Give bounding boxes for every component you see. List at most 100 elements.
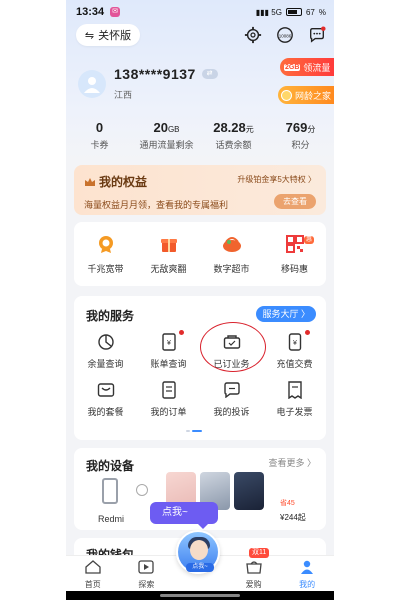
refresh-icon[interactable] (136, 484, 148, 496)
service-label: 账单查询 (150, 359, 187, 369)
quick-code-deal[interactable]: 惠 移码惠 (263, 232, 326, 286)
services-title: 我的服务 (86, 309, 135, 323)
tab-label: 我的 (299, 580, 316, 589)
stat-value: 769 (285, 120, 308, 135)
service-label: 已订业务 (213, 359, 250, 369)
coin-icon (281, 89, 292, 101)
basket-icon (220, 232, 244, 256)
pie-chart-icon (96, 332, 116, 352)
device-phone-icon[interactable] (102, 478, 118, 504)
device-name: Redmi (98, 514, 125, 524)
home-indicator (66, 591, 334, 600)
tab-explore[interactable]: 探索 (120, 556, 174, 591)
devices-more-link[interactable]: 查看更多 〉 (268, 456, 316, 469)
quick-label: 无敌爽翻 (150, 264, 187, 274)
service-label: 余量查询 (87, 359, 124, 369)
stat-label: 卡券 (90, 140, 109, 150)
quick-label: 千兆宽带 (87, 264, 124, 274)
quick-label: 数字超市 (213, 264, 250, 274)
ai-avatar-label: 点我~ (186, 563, 214, 572)
settings-icon[interactable] (244, 26, 262, 44)
gift-icon (157, 232, 181, 256)
battery-icon (285, 8, 302, 16)
stat-label: 积分 (291, 140, 310, 150)
recharge-phone-icon: ¥ (285, 332, 305, 352)
devices-title: 我的设备 (86, 459, 135, 473)
quick-digital-market[interactable]: 数字超市 (200, 232, 263, 286)
product-discount-tag: 省45 (280, 500, 295, 507)
tab-label: 爱购 (245, 580, 262, 589)
tab-home[interactable]: 首页 (66, 556, 120, 591)
stat-points[interactable]: 769分 积分 (267, 120, 334, 151)
battery-level: 67 (305, 7, 315, 17)
account-stats: 0 卡券 20GB 通用流量剩余 28.28元 话费余额 769分 积分 (66, 120, 334, 151)
stat-data-remaining[interactable]: 20GB 通用流量剩余 (133, 120, 200, 151)
service-subscribed[interactable]: 已订业务 (200, 330, 263, 369)
avatar-person-icon (84, 76, 100, 93)
network-age-promo[interactable]: 网龄之家 (278, 86, 334, 104)
stat-label: 话费余额 (215, 140, 252, 150)
my-services-card: 我的服务 服务大厅 〉 余量查询 ¥ 账单查询 已订业务 ¥ 充值交费 我的套餐… (74, 296, 326, 440)
service-e-invoice[interactable]: 电子发票 (263, 378, 326, 417)
tab-label: 首页 (84, 580, 101, 589)
notification-dot (179, 330, 184, 335)
rights-view-button[interactable]: 去查看 (274, 194, 316, 209)
stat-value: 28.28 (213, 120, 246, 135)
rights-upgrade-link[interactable]: 升级铂金享5大特权 〉 (237, 174, 316, 185)
stat-coupons[interactable]: 0 卡券 (66, 120, 133, 151)
service-my-orders[interactable]: 我的订单 (137, 378, 200, 417)
plan-icon (96, 380, 116, 400)
page-indicator-active (192, 430, 202, 432)
home-icon (85, 560, 101, 574)
avatar[interactable] (78, 69, 106, 98)
quick-broadband[interactable]: 千兆宽带 (74, 232, 137, 286)
service-label: 电子发票 (276, 407, 313, 417)
stat-unit: 元 (245, 125, 254, 134)
tab-label: 探索 (138, 580, 155, 589)
user-profile[interactable]: 138****9137 ⇄ 江西 (78, 66, 218, 101)
service-recharge[interactable]: ¥ 充值交费 (263, 330, 326, 369)
claim-data-promo[interactable]: 2GB 领流量 (280, 58, 334, 76)
claim-data-label: 领流量 (303, 62, 331, 73)
region: 江西 (114, 90, 133, 100)
service-bill-query[interactable]: ¥ 账单查询 (137, 330, 200, 369)
deal-tag: 惠 (303, 236, 314, 244)
service-my-plan[interactable]: 我的套餐 (74, 378, 137, 417)
services-grid: 余量查询 ¥ 账单查询 已订业务 ¥ 充值交费 我的套餐 我的订单 我的投诉 电… (74, 330, 326, 417)
tab-shop[interactable]: 爱购 (227, 556, 281, 591)
shop-icon (245, 561, 262, 574)
bill-icon: ¥ (159, 332, 179, 352)
complaint-icon (222, 380, 242, 400)
service-balance-query[interactable]: 余量查询 (74, 330, 137, 369)
ai-assistant-avatar[interactable]: 点我~ (176, 530, 220, 574)
network-age-label: 网龄之家 (295, 90, 332, 101)
product-phone-dark[interactable] (234, 472, 264, 510)
rights-title: 我的权益 (99, 175, 148, 189)
my-rights-card[interactable]: 我的权益 升级铂金享5大特权 〉 海量权益月月领，查看我的专属福利 去查看 (74, 165, 326, 215)
ai-assistant-bubble[interactable]: 点我~ (150, 502, 218, 529)
home-indicator-bar (160, 594, 240, 597)
invoice-icon (285, 380, 305, 400)
stat-value: 20 (153, 120, 168, 135)
stat-unit: 分 (307, 125, 316, 134)
phone-number: 138****9137 (114, 66, 196, 82)
message-icon[interactable] (308, 26, 326, 44)
service-label: 我的投诉 (213, 407, 250, 417)
svg-text:¥: ¥ (167, 340, 171, 347)
switch-account-icon[interactable]: ⇄ (201, 69, 218, 79)
notification-dot (305, 330, 310, 335)
double11-badge: 双11 (249, 548, 270, 558)
quick-unlimited[interactable]: 无敌爽翻 (137, 232, 200, 286)
crown-icon (85, 177, 95, 186)
phone-number-row: 138****9137 ⇄ (114, 66, 218, 82)
stat-value: 0 (95, 120, 104, 135)
tab-mine[interactable]: 我的 (280, 556, 334, 591)
service-label: 充值交费 (276, 359, 313, 369)
customer-service-icon[interactable]: 10086 (276, 26, 294, 44)
subscribed-package-icon (222, 332, 242, 352)
service-complaint[interactable]: 我的投诉 (200, 378, 263, 417)
stat-balance[interactable]: 28.28元 话费余额 (200, 120, 267, 151)
care-mode-button[interactable]: ⇋ 关怀版 (76, 24, 140, 46)
service-hall-button[interactable]: 服务大厅 〉 (256, 306, 316, 322)
qr-code-icon (283, 232, 307, 256)
